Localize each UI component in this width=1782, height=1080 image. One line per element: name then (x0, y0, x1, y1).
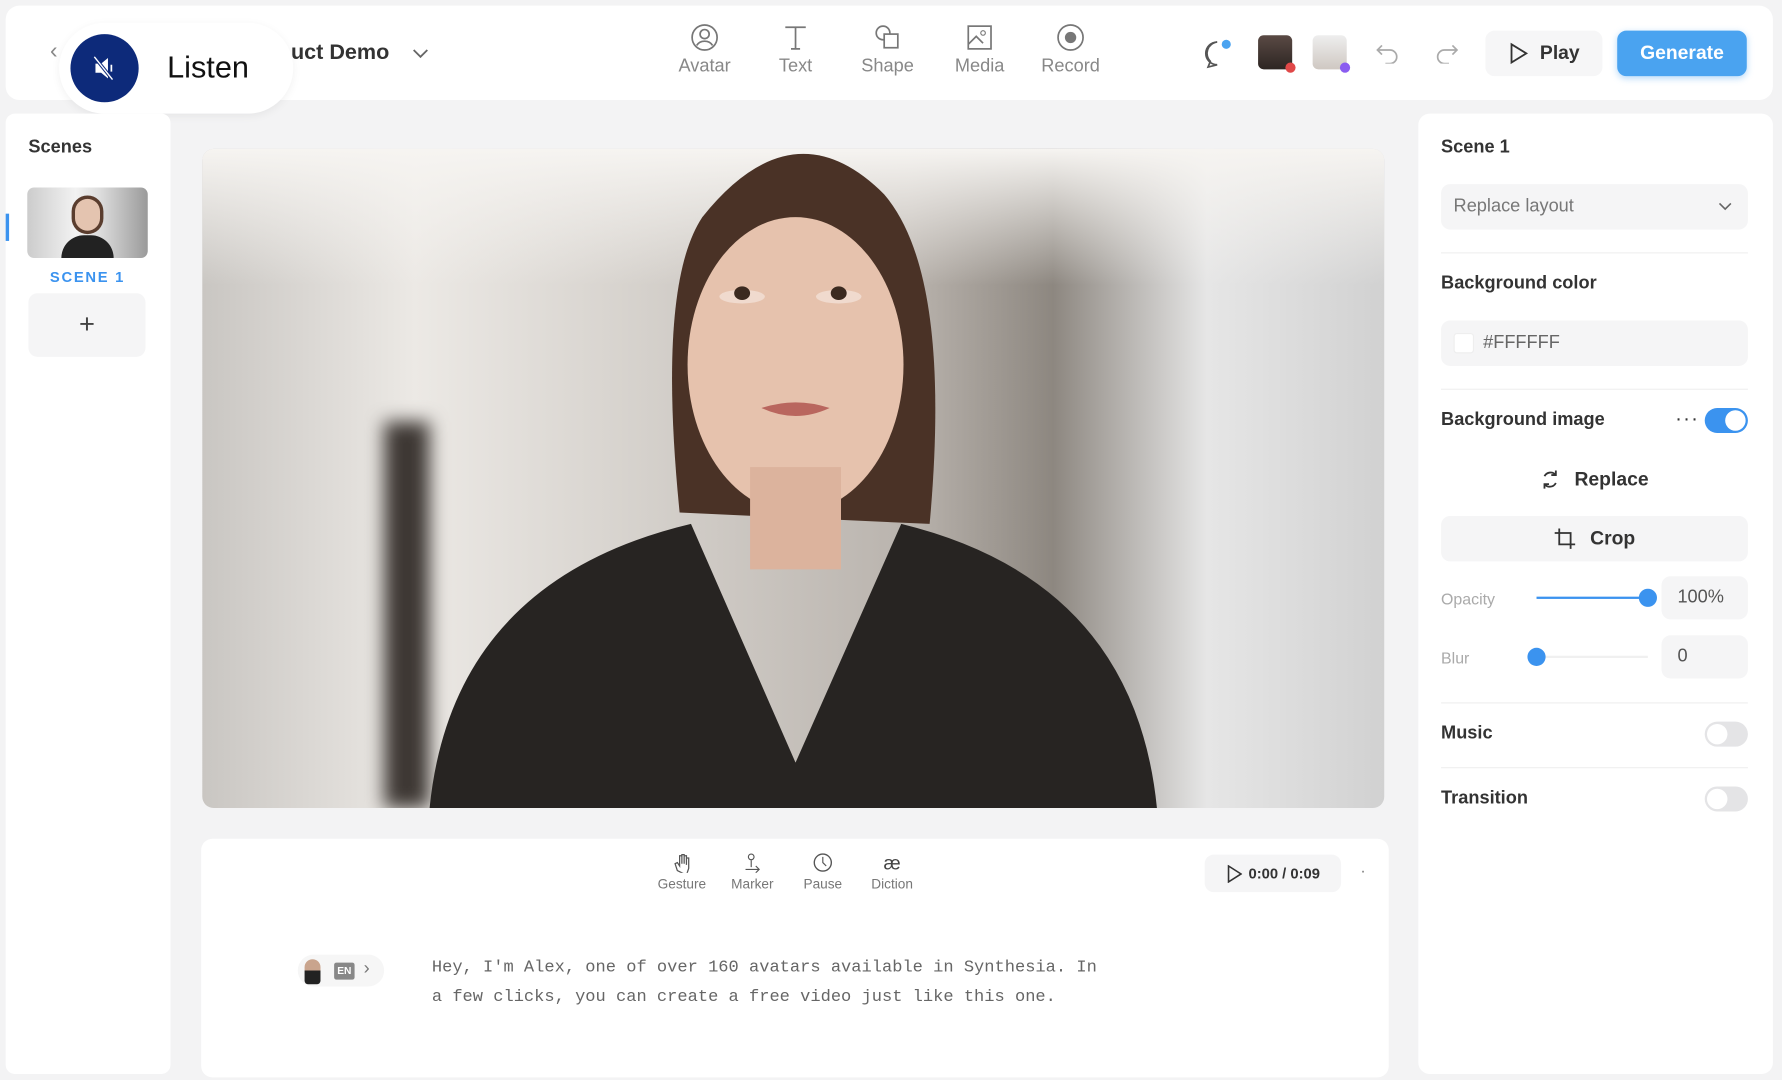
video-canvas[interactable] (202, 148, 1385, 809)
voice-selector[interactable]: EN › (297, 954, 385, 987)
diction-icon: æ (883, 852, 901, 874)
listen-button[interactable]: Listen (59, 22, 294, 114)
more-options-icon[interactable]: ··· (1675, 407, 1699, 431)
divider (1441, 252, 1748, 254)
marker-button[interactable]: Marker (718, 852, 786, 892)
tool-text[interactable]: Text (756, 23, 836, 78)
crop-button[interactable]: Crop (1441, 515, 1748, 562)
muted-speaker-icon (70, 34, 139, 103)
bg-color-input[interactable]: #FFFFFF (1441, 320, 1748, 366)
opacity-label: Opacity (1441, 589, 1496, 609)
blur-label: Blur (1441, 648, 1470, 668)
active-scene-indicator (5, 213, 10, 241)
script-text[interactable]: Hey, I'm Alex, one of over 160 avatars a… (432, 954, 1341, 1013)
refresh-icon (1544, 470, 1558, 489)
diction-button[interactable]: æ Diction (858, 852, 926, 892)
blur-slider[interactable] (1527, 647, 1648, 666)
color-swatch[interactable] (1453, 332, 1475, 354)
opacity-slider[interactable] (1536, 588, 1657, 607)
media-icon (967, 25, 992, 50)
avatar-presenter (429, 153, 1157, 809)
replace-button[interactable]: Replace (1441, 459, 1748, 500)
crop-icon (1554, 528, 1576, 549)
divider (1441, 702, 1748, 704)
chevron-down-icon (1718, 202, 1732, 211)
divider (1441, 388, 1748, 390)
comments-icon[interactable] (1201, 38, 1233, 70)
chevron-right-icon: › (363, 959, 370, 979)
hand-icon (674, 854, 690, 873)
tool-avatar[interactable]: Avatar (665, 23, 745, 78)
marker-icon (745, 853, 760, 873)
slider-handle[interactable] (1638, 588, 1657, 607)
play-button[interactable]: Play (1485, 30, 1603, 77)
music-toggle[interactable] (1704, 721, 1748, 747)
add-scene-button[interactable]: + (28, 293, 146, 357)
shape-icon (875, 25, 899, 49)
back-button[interactable]: ‹ (50, 39, 58, 65)
bg-image-toggle[interactable] (1704, 407, 1748, 433)
record-icon (1057, 24, 1084, 51)
gesture-button[interactable]: Gesture (648, 852, 716, 892)
redo-icon[interactable] (1434, 41, 1459, 64)
blur-value[interactable]: 0 (1661, 635, 1748, 679)
scene-title: Scene 1 (1441, 137, 1510, 157)
transition-label: Transition (1441, 788, 1528, 809)
music-label: Music (1441, 723, 1493, 744)
avatar-icon (691, 24, 718, 51)
collaborator-avatar[interactable] (1258, 35, 1296, 73)
collaborator-avatar[interactable] (1312, 35, 1351, 73)
layout-dropdown[interactable]: Replace layout (1441, 184, 1748, 230)
generate-button[interactable]: Generate (1617, 30, 1747, 77)
tool-record[interactable]: Record (1031, 23, 1111, 78)
text-icon (785, 26, 806, 50)
clock-icon (813, 853, 833, 872)
tool-media[interactable]: Media (940, 23, 1020, 78)
transition-toggle[interactable] (1704, 786, 1748, 812)
scene-thumbnail[interactable] (27, 187, 148, 258)
opacity-value[interactable]: 100% (1661, 576, 1748, 620)
pause-button[interactable]: Pause (789, 852, 857, 892)
slider-handle[interactable] (1527, 647, 1546, 666)
project-title[interactable]: uct Demo (291, 41, 389, 66)
more-icon[interactable]: · (1360, 861, 1365, 879)
play-icon (1510, 42, 1529, 65)
preview-time-button[interactable]: 0:00 / 0:09 (1204, 854, 1342, 893)
chevron-down-icon[interactable] (411, 47, 429, 61)
undo-icon[interactable] (1375, 41, 1400, 64)
scene-label: SCENE 1 (49, 268, 126, 286)
tool-shape[interactable]: Shape (848, 23, 928, 78)
bg-image-label: Background image (1441, 410, 1605, 430)
voice-avatar (304, 959, 321, 985)
divider (1441, 767, 1748, 769)
scenes-title: Scenes (28, 137, 93, 157)
bg-color-label: Background color (1441, 273, 1597, 294)
play-icon (1227, 864, 1242, 883)
